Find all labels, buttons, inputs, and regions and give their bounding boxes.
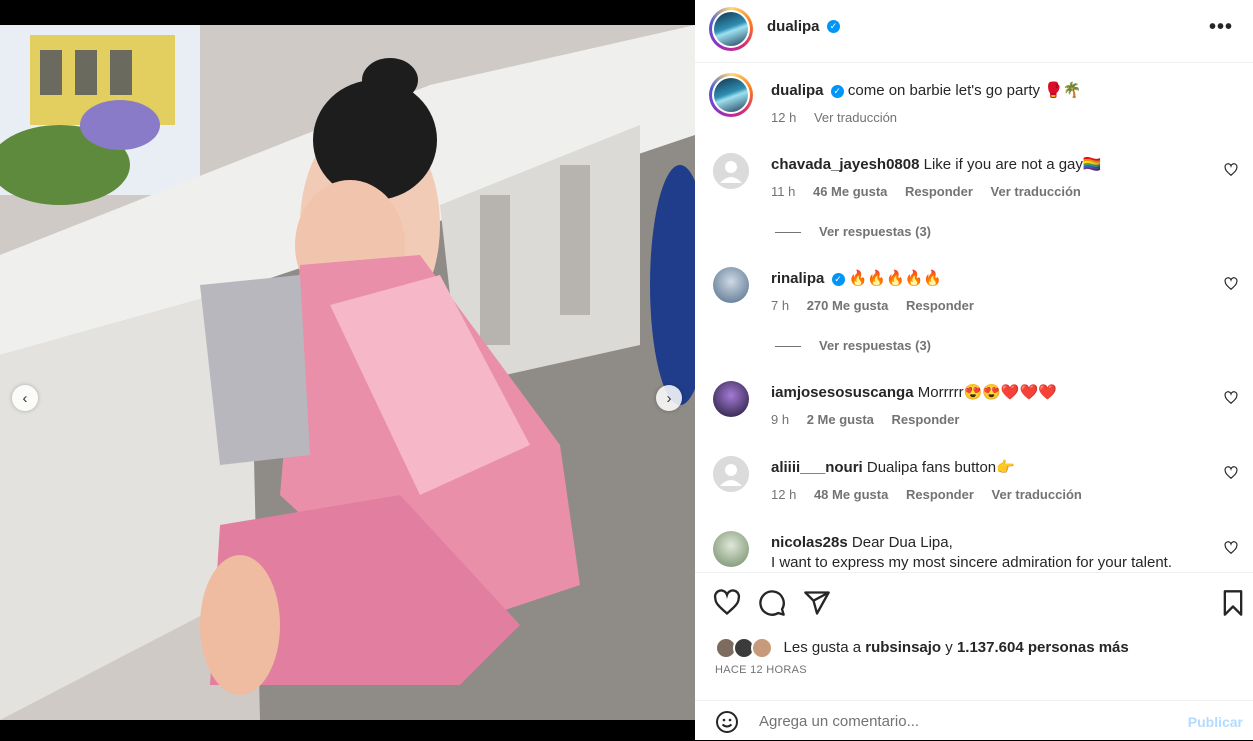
- verified-badge-icon: ✓: [826, 20, 840, 34]
- view-replies-label: Ver respuestas (3): [819, 224, 932, 239]
- author-avatar[interactable]: [709, 7, 753, 51]
- translate-link[interactable]: Ver traducción: [992, 487, 1082, 502]
- comment-likes[interactable]: 48 Me gusta: [814, 487, 888, 502]
- view-replies-button[interactable]: Ver respuestas (3): [775, 224, 931, 239]
- comment-text: Morrrrr😍😍❤️❤️❤️: [917, 384, 1057, 401]
- comment-item: chavada_jayesh0808 Like if you are not a…: [713, 153, 1238, 213]
- comment-icon[interactable]: [758, 589, 786, 617]
- reply-button[interactable]: Responder: [906, 298, 974, 313]
- commenter-username[interactable]: iamjosesosuscanga: [771, 384, 914, 401]
- comment-time[interactable]: 9 h: [771, 412, 789, 427]
- chevron-right-icon: ›: [666, 389, 672, 407]
- commenter-username[interactable]: rinalipa: [771, 270, 824, 287]
- commenter-username[interactable]: aliiii___nouri: [771, 459, 863, 476]
- default-user-icon: [713, 456, 749, 492]
- post-photo[interactable]: ‹ ›: [0, 25, 695, 720]
- comment-item: iamjosesosuscanga Morrrrr😍😍❤️❤️❤️ 9 h 2 …: [713, 381, 1238, 441]
- previous-slide-button[interactable]: ‹: [12, 385, 38, 411]
- like-comment-heart-icon[interactable]: [1224, 277, 1238, 291]
- more-options-icon[interactable]: •••: [1209, 16, 1233, 39]
- caption-avatar[interactable]: [709, 73, 753, 117]
- comment-text: Dualipa fans button👉: [866, 459, 1015, 476]
- post-timestamp[interactable]: HACE 12 HORAS: [715, 664, 807, 676]
- likes-conjunction: y: [945, 638, 953, 656]
- comment-text-continued: I want to express my most sincere admira…: [771, 554, 1172, 571]
- caption-time[interactable]: 12 h: [771, 110, 796, 125]
- caption-text: come on barbie let's go party 🥊🌴: [847, 82, 1082, 99]
- comment-time[interactable]: 12 h: [771, 487, 796, 502]
- like-comment-heart-icon[interactable]: [1224, 163, 1238, 177]
- comment-text: Like if you are not a gay🏳️‍🌈: [923, 156, 1102, 173]
- comment-time[interactable]: 7 h: [771, 298, 789, 313]
- comment-item: aliiii___nouri Dualipa fans button👉 12 h…: [713, 456, 1238, 516]
- comment-likes[interactable]: 2 Me gusta: [807, 412, 874, 427]
- like-comment-heart-icon[interactable]: [1224, 466, 1238, 480]
- bookmark-icon[interactable]: [1219, 589, 1247, 617]
- verified-badge-icon: ✓: [831, 272, 845, 286]
- comment-likes[interactable]: 270 Me gusta: [807, 298, 889, 313]
- author-username[interactable]: dualipa: [767, 18, 820, 35]
- commenter-avatar[interactable]: [713, 456, 749, 492]
- post-side-panel: dualipa ✓ ••• dualipa ✓ come on barbie l…: [695, 0, 1253, 740]
- caption-translate-link[interactable]: Ver traducción: [814, 110, 897, 125]
- chevron-left-icon: ‹: [22, 389, 28, 407]
- comment-item: rinalipa ✓ 🔥🔥🔥🔥🔥 7 h 270 Me gusta Respon…: [713, 267, 1238, 327]
- comment-item: nicolas28s Dear Dua Lipa, I want to expr…: [713, 531, 1238, 571]
- likes-summary[interactable]: Les gusta a rubsinsajo y 1.137.604 perso…: [715, 637, 1129, 659]
- reply-button[interactable]: Responder: [906, 487, 974, 502]
- default-user-icon: [713, 153, 749, 189]
- commenter-avatar[interactable]: [713, 153, 749, 189]
- post-modal: ‹ › dualipa ✓ ••• dualipa ✓ come on barb…: [0, 0, 1253, 740]
- commenter-avatar[interactable]: [713, 267, 749, 303]
- translate-link[interactable]: Ver traducción: [991, 184, 1081, 199]
- reply-button[interactable]: Responder: [905, 184, 973, 199]
- comment-text: 🔥🔥🔥🔥🔥: [848, 270, 943, 287]
- commenter-avatar[interactable]: [713, 381, 749, 417]
- post-header: dualipa ✓ •••: [695, 0, 1253, 63]
- emoji-icon[interactable]: [715, 710, 739, 734]
- publish-button[interactable]: Publicar: [1188, 714, 1243, 730]
- heart-icon[interactable]: [713, 589, 741, 617]
- commenter-avatar[interactable]: [713, 531, 749, 567]
- commenter-username[interactable]: nicolas28s: [771, 534, 848, 551]
- reply-button[interactable]: Responder: [892, 412, 960, 427]
- like-comment-heart-icon[interactable]: [1224, 541, 1238, 555]
- share-icon[interactable]: [803, 589, 831, 617]
- post-action-bar: [695, 572, 1253, 616]
- commenter-username[interactable]: chavada_jayesh0808: [771, 156, 919, 173]
- like-comment-heart-icon[interactable]: [1224, 391, 1238, 405]
- comment-input[interactable]: Agrega un comentario...: [759, 713, 919, 730]
- view-replies-label: Ver respuestas (3): [819, 338, 932, 353]
- verified-badge-icon: ✓: [830, 84, 844, 98]
- liker-username[interactable]: rubsinsajo: [865, 639, 941, 656]
- liker-avatar: [751, 637, 774, 659]
- caption-username[interactable]: dualipa: [771, 82, 824, 99]
- comment-likes[interactable]: 46 Me gusta: [813, 184, 887, 199]
- comment-text: Dear Dua Lipa,: [851, 534, 953, 551]
- next-slide-button[interactable]: ›: [656, 385, 682, 411]
- view-replies-button[interactable]: Ver respuestas (3): [775, 338, 931, 353]
- photo-illustration: [0, 25, 695, 720]
- comments-list: dualipa ✓ come on barbie let's go party …: [695, 63, 1253, 571]
- post-caption: dualipa ✓ come on barbie let's go party …: [709, 73, 1238, 130]
- likes-prefix: Les gusta a: [783, 638, 862, 656]
- likes-count[interactable]: 1.137.604 personas más: [957, 639, 1129, 656]
- add-comment-bar: Agrega un comentario... Publicar: [695, 700, 1253, 741]
- comment-time[interactable]: 11 h: [771, 184, 795, 199]
